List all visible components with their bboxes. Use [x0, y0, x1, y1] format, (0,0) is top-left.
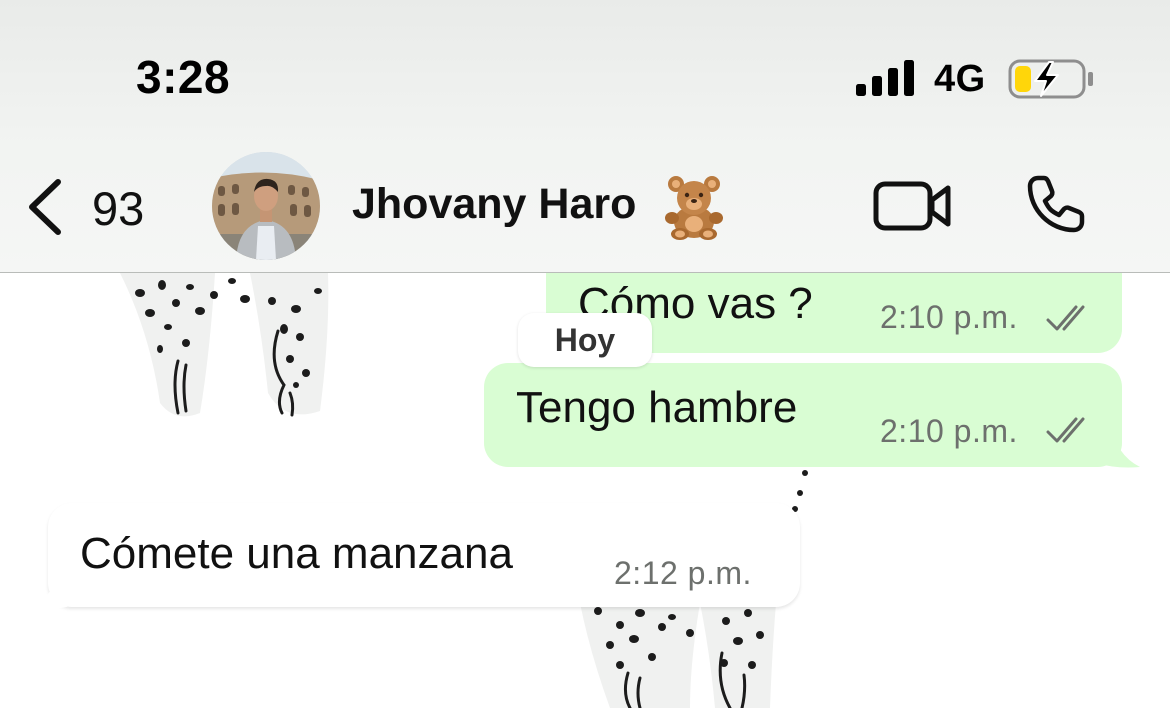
bubble-tail	[30, 565, 74, 610]
contact-avatar[interactable]	[212, 152, 320, 260]
contact-name[interactable]: Jhovany Haro	[352, 180, 636, 229]
message-text: Tengo hambre	[516, 383, 798, 432]
date-separator: Hoy	[518, 313, 652, 367]
chevron-left-icon[interactable]	[22, 176, 66, 238]
battery-charging-icon	[1008, 59, 1093, 99]
double-check-icon	[1046, 305, 1085, 331]
bubble-tail	[1096, 423, 1140, 468]
chat-area[interactable]: Cómo vas ? 2:10 p.m. Tengo hambre 2:10 p…	[0, 273, 1170, 708]
video-camera-icon[interactable]	[872, 178, 954, 234]
back-unread-count[interactable]: 93	[92, 181, 144, 236]
network-type: 4G	[934, 58, 986, 100]
message-text: Cómete una manzana	[80, 529, 513, 578]
message-time: 2:10 p.m.	[880, 413, 1018, 449]
status-time: 3:28	[136, 51, 231, 103]
top-bar: 3:28 4G 93 Jhovany Haro	[0, 0, 1170, 273]
message-time: 2:12 p.m.	[614, 555, 752, 591]
message-bubble-outgoing[interactable]: Tengo hambre 2:10 p.m.	[484, 363, 1122, 467]
signal-strength-icon	[856, 60, 914, 96]
message-time: 2:10 p.m.	[880, 299, 1018, 335]
teddy-bear-icon	[665, 176, 723, 240]
double-check-icon	[1046, 417, 1085, 443]
message-bubble-incoming[interactable]: Cómete una manzana 2:12 p.m.	[48, 503, 800, 607]
avatar-photo	[212, 152, 320, 260]
phone-icon[interactable]	[1024, 172, 1088, 236]
